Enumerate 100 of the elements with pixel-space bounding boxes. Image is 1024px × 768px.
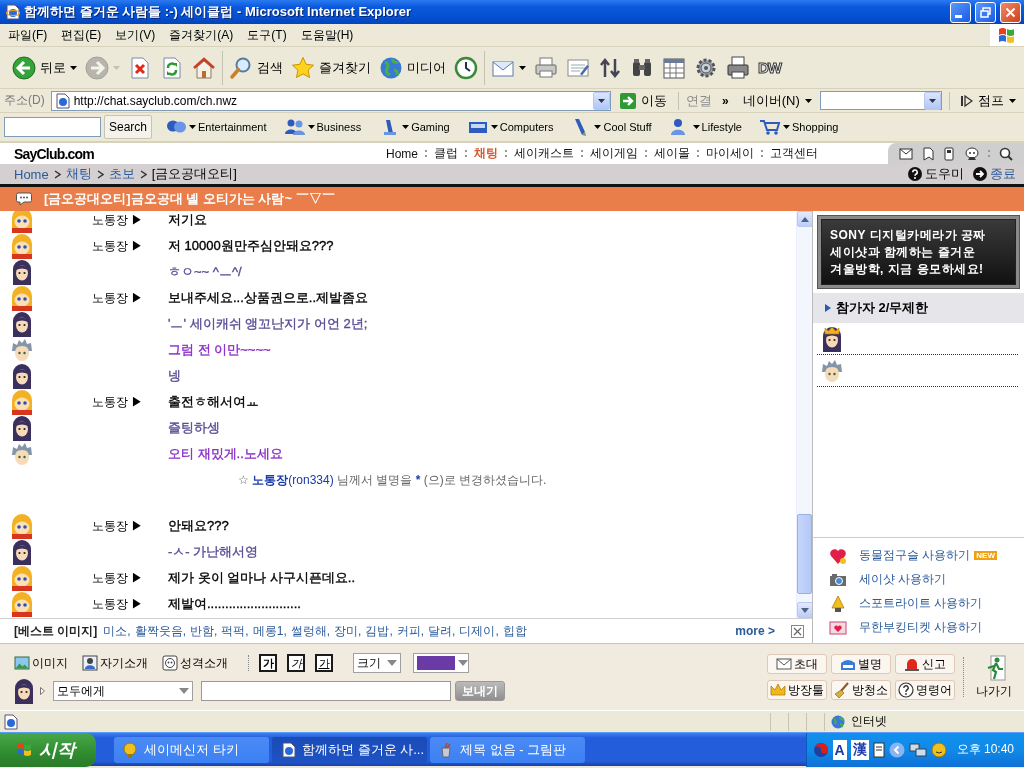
owner-button[interactable]: 방장툴	[767, 680, 827, 700]
nickname[interactable]: 노통장 ▶	[92, 289, 144, 307]
taskbar-button[interactable]: 세이메신저 타키	[114, 736, 269, 763]
jump-button[interactable]: 점프	[957, 91, 1020, 110]
nav-link[interactable]: 고객센터	[770, 145, 818, 162]
dropdown-button[interactable]	[593, 91, 611, 110]
leave-button[interactable]: 나가기	[972, 654, 1016, 700]
nickname[interactable]: 노통장 ▶	[92, 393, 144, 411]
nav-link[interactable]: 채팅	[474, 145, 498, 162]
nickname[interactable]: 노통장 ▶	[92, 211, 144, 229]
emoticon-link[interactable]: 힙합	[502, 622, 527, 640]
invite-button[interactable]: 초대	[767, 654, 827, 674]
scrollbar[interactable]	[796, 211, 812, 618]
menu-item[interactable]: 보기(V)	[110, 24, 161, 46]
scroll-down-button[interactable]	[797, 602, 812, 618]
search-button[interactable]: Search	[104, 115, 153, 139]
nickname[interactable]: 노통장 ▶	[92, 237, 144, 255]
smiley-icon[interactable]	[930, 741, 947, 758]
nav-link[interactable]: 마이세이	[706, 145, 754, 162]
feature-link[interactable]: 스포트라이트 사용하기	[829, 594, 1024, 613]
dropdown-button[interactable]	[924, 91, 941, 110]
menu-item[interactable]: 즐겨찾기(A)	[164, 24, 239, 46]
scrollbar-thumb[interactable]	[797, 514, 812, 594]
emoticon-link[interactable]: 메롱1,	[252, 622, 287, 640]
business-link[interactable]: Business	[279, 118, 366, 136]
phone-icon[interactable]	[943, 146, 956, 161]
taskbar-button[interactable]: 제목 없음 - 그림판	[430, 736, 585, 763]
nav-link[interactable]: 세이게임	[590, 145, 638, 162]
computers-link[interactable]: Computers	[462, 118, 558, 136]
ime-icon[interactable]	[812, 741, 829, 758]
breadcrumb-link[interactable]: Home	[14, 166, 49, 182]
feature-link[interactable]: 무한부킹티켓 사용하기	[829, 618, 1024, 637]
personality-button[interactable]: 성격소개	[162, 654, 228, 672]
menu-item[interactable]: 도움말(H)	[295, 24, 359, 46]
breadcrumb-link[interactable]: 초보	[108, 165, 135, 183]
cleanup-button[interactable]: 방청소	[831, 680, 891, 700]
media-button[interactable]: 미디어	[376, 50, 449, 85]
menu-item[interactable]: 도구(T)	[242, 24, 292, 46]
emoticon-link[interactable]: 디제이,	[459, 622, 499, 640]
chevron-icon[interactable]	[888, 741, 905, 758]
shopping-link[interactable]: Shopping	[754, 118, 843, 136]
emoticon-link[interactable]: 활짝웃음,	[134, 622, 186, 640]
nickname-button[interactable]: 별명	[831, 654, 891, 674]
nickname[interactable]: 노통장 ▶	[92, 595, 144, 613]
nav-link[interactable]: 클럽	[434, 145, 458, 162]
nickname[interactable]: 노통장 ▶	[92, 569, 144, 587]
ime-button[interactable]: 漢	[850, 739, 869, 760]
search-menu-button[interactable]: 네이버(N)	[738, 91, 816, 110]
feature-link[interactable]: 동물점구슬 사용하기 NEW	[829, 546, 1024, 565]
emoticon-link[interactable]: 미소,	[103, 622, 131, 640]
menu-item[interactable]: 파일(F)	[3, 24, 53, 46]
bookmark-icon[interactable]	[922, 146, 934, 161]
menu-item[interactable]: 편집(E)	[56, 24, 107, 46]
search-field[interactable]	[4, 117, 101, 137]
nav-link[interactable]: Home	[386, 146, 418, 161]
minimize-button[interactable]	[950, 1, 971, 23]
breadcrumb-link[interactable]: 채팅	[65, 165, 92, 183]
nickname[interactable]: 노통장 ▶	[92, 517, 144, 535]
bold-button[interactable]: 가	[259, 654, 277, 672]
color-select[interactable]	[413, 653, 469, 673]
chat-face-icon[interactable]	[964, 146, 979, 161]
nav-link[interactable]: 세이캐스트	[514, 145, 574, 162]
nav-link[interactable]: 세이몰	[654, 145, 690, 162]
emoticon-link[interactable]: 김밥,	[365, 622, 393, 640]
size-select[interactable]: 크기	[353, 653, 401, 673]
address-field[interactable]: http://chat.sayclub.com/ch.nwz	[50, 90, 612, 111]
network-icon[interactable]	[908, 741, 927, 758]
exit-link[interactable]: 종료	[973, 165, 1016, 183]
back-button[interactable]: 뒤로	[9, 50, 80, 85]
close-button[interactable]	[791, 624, 804, 638]
gaming-link[interactable]: Gaming	[374, 118, 454, 136]
emoticon-link[interactable]: 달려,	[428, 622, 456, 640]
profile-button[interactable]: 자기소개	[82, 654, 148, 672]
site-logo[interactable]: SayClub.com	[14, 145, 94, 162]
entertainment-link[interactable]: Entertainment	[161, 118, 271, 136]
feature-link[interactable]: 세이샷 사용하기	[829, 570, 1024, 589]
ime-button[interactable]: A	[832, 739, 847, 760]
search-button[interactable]: 검색	[226, 50, 286, 85]
start-button[interactable]: 시작	[0, 732, 96, 767]
image-button[interactable]: 이미지	[14, 654, 68, 672]
more-links-button[interactable]: »	[716, 93, 735, 108]
italic-button[interactable]: 가	[287, 654, 305, 672]
emoticon-link[interactable]: 썰렁해,	[290, 622, 331, 640]
scroll-up-button[interactable]	[797, 211, 812, 227]
underline-button[interactable]: 가	[315, 654, 333, 672]
go-button[interactable]: 이동	[615, 91, 672, 110]
taskbar-button[interactable]: 함께하면 즐거운 사...	[272, 736, 427, 763]
favorites-button[interactable]: 즐겨찾기	[288, 50, 374, 85]
restore-button[interactable]	[975, 1, 996, 23]
commands-button[interactable]: 명령어	[895, 680, 955, 700]
emoticon-link[interactable]: 반함,	[190, 622, 218, 640]
emoticon-link[interactable]: 장미,	[334, 622, 362, 640]
lifestyle-link[interactable]: Lifestyle	[664, 118, 746, 136]
help-link[interactable]: 도우미	[908, 165, 964, 183]
emoticon-link[interactable]: 커피,	[396, 622, 425, 640]
ad-banner[interactable]: SONY 디지털카메라가 공짜 세이샷과 함께하는 즐거운 겨울방학, 지금 응모하세요!	[817, 215, 1020, 289]
envelope-icon[interactable]	[898, 147, 913, 160]
more-link[interactable]: more >	[735, 624, 775, 638]
note-icon[interactable]	[872, 741, 885, 758]
search-field[interactable]	[819, 91, 942, 110]
